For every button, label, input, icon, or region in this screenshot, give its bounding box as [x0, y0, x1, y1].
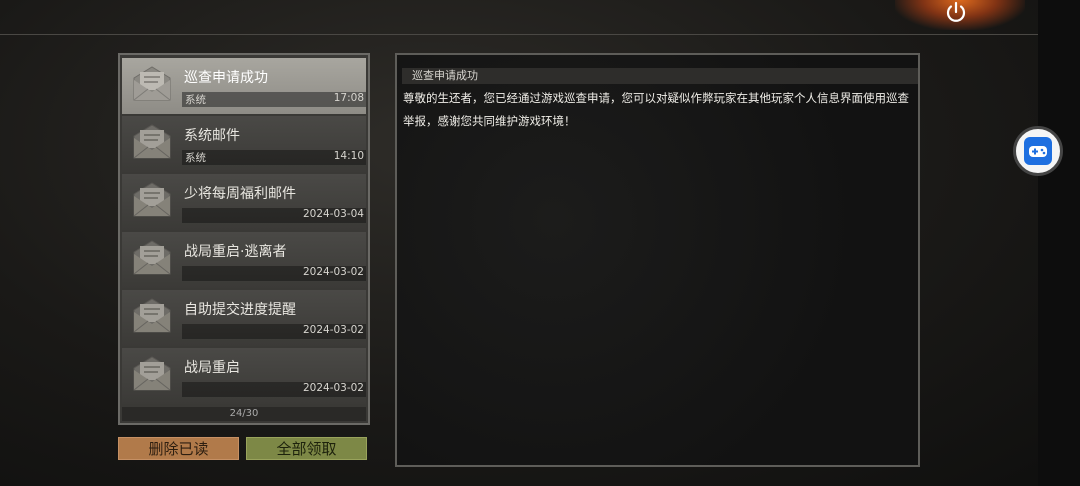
mail-sender: 系统: [185, 94, 206, 106]
mail-item[interactable]: 系统邮件 系统 14:10: [122, 116, 366, 172]
mail-item[interactable]: 战局重启·逃离者 2024-03-02: [122, 232, 366, 288]
detail-body: 尊敬的生还者，您已经通过游戏巡查申请，您可以对疑似作弊玩家在其他玩家个人信息界面…: [403, 91, 909, 128]
mail-title: 少将每周福利邮件: [184, 186, 296, 202]
mail-time: 2024-03-02: [302, 382, 364, 394]
mail-meta-bar: 2024-03-02: [182, 382, 366, 397]
envelope-letter-icon: [130, 122, 174, 162]
mail-list-panel: 巡查申请成功 系统 17:08 系统邮件 系统 14:10 少将每周福利邮件 2…: [118, 53, 370, 425]
gamepad-icon: [1024, 137, 1052, 165]
detail-header: 巡查申请成功: [402, 68, 918, 84]
envelope-letter-icon: [130, 354, 174, 394]
mail-meta-bar: 系统 17:08: [182, 92, 366, 107]
mail-time: 17:08: [333, 92, 364, 104]
detail-title: 巡查申请成功: [412, 69, 478, 82]
mail-time: 14:10: [333, 150, 364, 162]
mail-item[interactable]: 战局重启 2024-03-02: [122, 348, 366, 404]
mail-meta-bar: 2024-03-02: [182, 324, 366, 339]
envelope-letter-icon: [130, 238, 174, 278]
envelope-letter-icon: [130, 64, 174, 104]
mail-title: 自助提交进度提醒: [184, 302, 296, 318]
envelope-letter-icon: [130, 180, 174, 220]
mail-time: 2024-03-02: [302, 324, 364, 336]
gamepad-assistant-button[interactable]: [1013, 126, 1063, 176]
right-edge-strip: [1038, 0, 1080, 486]
mail-meta-bar: 2024-03-02: [182, 266, 366, 281]
mail-title: 系统邮件: [184, 128, 240, 144]
delete-read-button[interactable]: 删除已读: [118, 437, 239, 460]
claim-all-button[interactable]: 全部领取: [246, 437, 367, 460]
mail-item[interactable]: 少将每周福利邮件 2024-03-04: [122, 174, 366, 230]
mail-title: 巡查申请成功: [184, 70, 268, 86]
mail-title: 战局重启: [184, 360, 240, 376]
mail-time: 2024-03-02: [302, 266, 364, 278]
mail-item[interactable]: 自助提交进度提醒 2024-03-02: [122, 290, 366, 346]
mail-meta-bar: 系统 14:10: [182, 150, 366, 165]
mail-sender: 系统: [185, 152, 206, 164]
power-icon: [946, 1, 966, 22]
mail-meta-bar: 2024-03-04: [182, 208, 366, 223]
envelope-letter-icon: [130, 296, 174, 336]
power-button[interactable]: [944, 0, 968, 24]
page-counter: 24/30: [122, 407, 366, 421]
mail-detail-panel: 巡查申请成功 尊敬的生还者，您已经通过游戏巡查申请，您可以对疑似作弊玩家在其他玩…: [395, 53, 920, 467]
mail-time: 2024-03-04: [302, 208, 364, 220]
mail-title: 战局重启·逃离者: [184, 244, 287, 260]
top-divider: [0, 34, 1038, 35]
mail-item[interactable]: 巡查申请成功 系统 17:08: [122, 58, 366, 114]
